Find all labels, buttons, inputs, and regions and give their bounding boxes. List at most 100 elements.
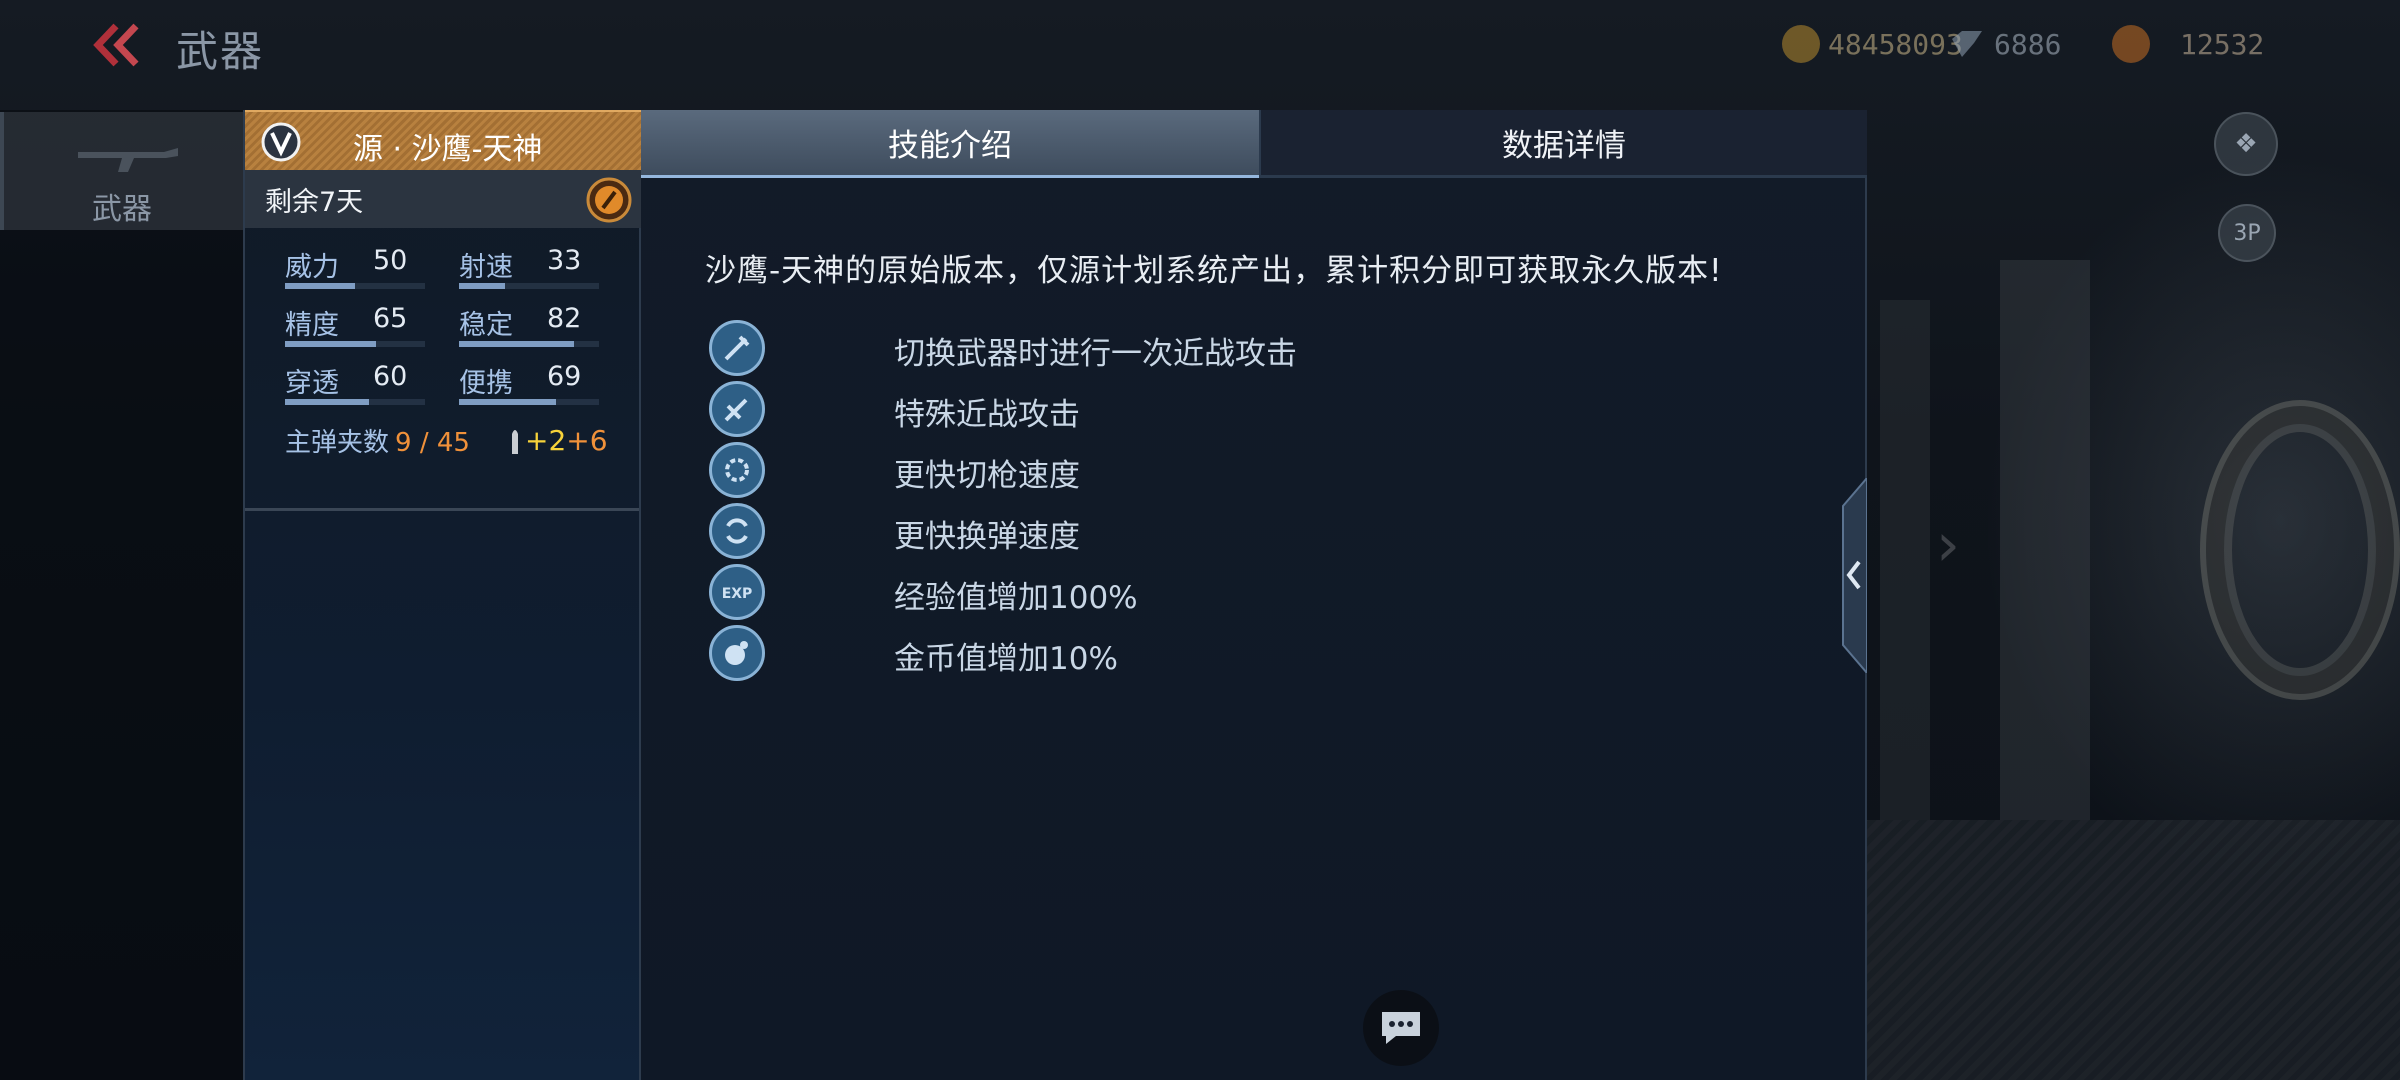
- nav-weapon-label: 武器: [92, 192, 152, 227]
- stat-label: 穿透: [285, 368, 339, 399]
- stat-label: 便携: [459, 368, 513, 399]
- rifle-icon: [78, 148, 178, 172]
- weapon-name: 源 · 沙鹰-天神: [353, 132, 543, 167]
- stat-fire-rate: 射速 33: [459, 245, 619, 289]
- stat-bar: [285, 283, 425, 289]
- skill-item: 金币值增加10%: [709, 625, 1509, 681]
- svg-text:EXP: EXP: [722, 586, 753, 602]
- diamond-value: 6886: [1994, 27, 2062, 61]
- stat-bar: [459, 341, 599, 347]
- stat-value: 69: [547, 361, 582, 392]
- stat-value: 82: [547, 303, 582, 334]
- stat-stability: 稳定 82: [459, 303, 619, 347]
- remaining-time: 剩余7天: [265, 187, 364, 218]
- magazine-label: 主弹夹数: [285, 428, 390, 458]
- stat-bar: [459, 283, 599, 289]
- chevron-left-icon: [1842, 475, 1868, 676]
- special-melee-icon: [709, 381, 765, 437]
- tab-data-details[interactable]: 数据详情: [1259, 110, 1867, 178]
- collapse-panel-handle[interactable]: [1835, 475, 1868, 676]
- stat-bar-fill: [459, 399, 556, 405]
- skill-item: 更快切枪速度: [709, 442, 1509, 498]
- exp-icon: EXP: [709, 564, 765, 620]
- stat-value: 60: [373, 361, 408, 392]
- fast-reload-icon: [709, 503, 765, 559]
- view-3p-button[interactable]: 3P: [2218, 204, 2276, 262]
- nav-item-weapon[interactable]: 武器: [0, 112, 245, 230]
- background-pillar: [2000, 260, 2090, 820]
- magazine-info: 主弹夹数 9 / 45: [285, 422, 470, 459]
- back-button[interactable]: [90, 22, 150, 68]
- weapon-detail-panel: 源 · 沙鹰-天神 剩余7天 威力 50 射速 33 精度 65 稳定 82 穿…: [243, 110, 1868, 1080]
- gold-value: 12532: [2180, 27, 2265, 61]
- currency-diamond: 6886: [1948, 24, 2061, 64]
- stat-bar-fill: [459, 283, 506, 289]
- stat-value: 65: [373, 303, 408, 334]
- magazine-value: 9 / 45: [395, 428, 470, 458]
- detail-tabs: 技能介绍 数据详情: [641, 110, 1867, 178]
- settings-button[interactable]: ❖: [2214, 112, 2278, 176]
- left-shade: [0, 110, 245, 1080]
- skill-text: 特殊近战攻击: [894, 397, 1080, 433]
- stat-bar: [285, 399, 425, 405]
- stat-label: 精度: [285, 310, 339, 341]
- gold-icon: [2112, 25, 2150, 63]
- chat-button[interactable]: [1363, 990, 1439, 1066]
- divider: [245, 508, 639, 511]
- coin-icon: [1782, 25, 1820, 63]
- stat-bar-fill: [459, 341, 574, 347]
- stat-value: 50: [373, 245, 408, 276]
- magazine-bonus: +2+6: [525, 424, 608, 457]
- weapon-info-column: 源 · 沙鹰-天神 剩余7天 威力 50 射速 33 精度 65 稳定 82 穿…: [243, 110, 643, 1080]
- currency-gold: 12532: [2112, 24, 2264, 64]
- background-target: [2200, 400, 2400, 700]
- weapon-description: 沙鹰-天神的原始版本，仅源计划系统产出，累计积分即可获取永久版本!: [705, 253, 1723, 289]
- stat-bar-fill: [285, 283, 355, 289]
- stat-label: 威力: [285, 252, 339, 283]
- stat-bar: [459, 399, 599, 405]
- skill-item: 切换武器时进行一次近战攻击: [709, 320, 1509, 376]
- top-bar: 武器 48458093 6886 12532: [0, 0, 2400, 95]
- skill-item: 更快换弹速度: [709, 503, 1509, 559]
- stat-label: 稳定: [459, 310, 513, 341]
- currency-credit: 48458093: [1782, 24, 1963, 64]
- bonus-plus-6: +6: [566, 424, 608, 457]
- back-arrow-icon: [93, 23, 139, 67]
- skill-text: 更快换弹速度: [894, 519, 1080, 555]
- fast-switch-icon: [709, 442, 765, 498]
- skill-item: EXP 经验值增加100%: [709, 564, 1509, 620]
- bullet-icon: [512, 430, 518, 454]
- next-weapon-arrow-icon[interactable]: ›: [1936, 510, 1960, 580]
- stat-penetration: 穿透 60: [285, 361, 445, 405]
- background-pillar: [1880, 300, 1930, 820]
- tab-skill-intro[interactable]: 技能介绍: [641, 110, 1259, 178]
- stat-bar-fill: [285, 341, 376, 347]
- gold-coin-icon: [709, 625, 765, 681]
- skill-content-column: 技能介绍 数据详情 沙鹰-天神的原始版本，仅源计划系统产出，累计积分即可获取永久…: [641, 110, 1867, 1080]
- credit-value: 48458093: [1828, 27, 1963, 61]
- skill-text: 金币值增加10%: [894, 641, 1118, 677]
- diamond-shape-icon: ❖: [2234, 129, 2258, 159]
- skill-text: 经验值增加100%: [894, 580, 1138, 616]
- stat-accuracy: 精度 65: [285, 303, 445, 347]
- chat-bubble-icon: [1382, 1012, 1420, 1044]
- stat-value: 33: [547, 245, 582, 276]
- renew-medal-icon[interactable]: [585, 176, 633, 224]
- diamond-icon: [1952, 31, 1982, 57]
- view-3p-label: 3P: [2233, 220, 2261, 246]
- stat-bar: [285, 341, 425, 347]
- stat-label: 射速: [459, 252, 513, 283]
- stat-power: 威力 50: [285, 245, 445, 289]
- bonus-plus-2: +2: [525, 424, 567, 457]
- v-badge-icon: [261, 122, 301, 162]
- weapon-name-bar: 源 · 沙鹰-天神: [245, 110, 643, 170]
- skill-item: 特殊近战攻击: [709, 381, 1509, 437]
- remaining-time-bar: 剩余7天: [245, 170, 643, 228]
- stat-bar-fill: [285, 399, 369, 405]
- skill-text: 切换武器时进行一次近战攻击: [894, 336, 1297, 372]
- background-floor: [1860, 820, 2400, 1080]
- switch-melee-icon: [709, 320, 765, 376]
- stat-portability: 便携 69: [459, 361, 619, 405]
- page-title: 武器: [176, 27, 265, 76]
- skill-text: 更快切枪速度: [894, 458, 1080, 494]
